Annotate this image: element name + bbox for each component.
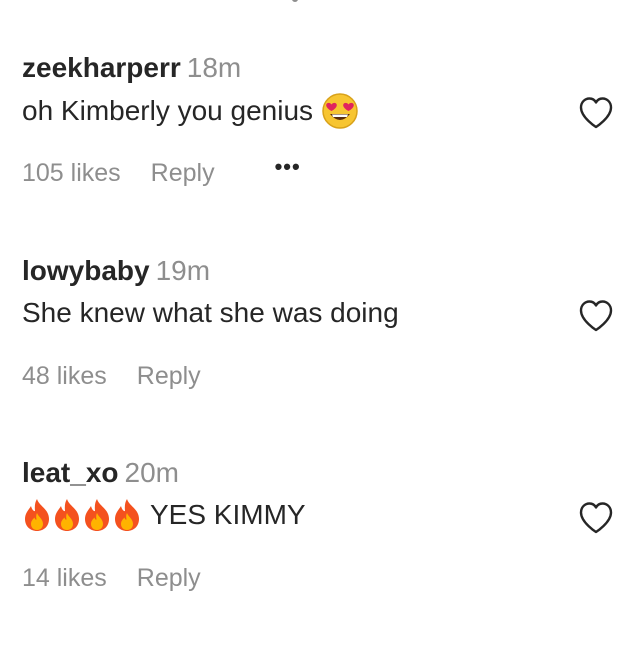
comment-text: YES KIMMY <box>22 497 306 533</box>
reply-button[interactable]: Reply <box>137 563 201 593</box>
reply-button[interactable]: Reply <box>137 361 201 391</box>
comment-timestamp[interactable]: 18m <box>187 52 241 83</box>
comment-meta: leat_xo 20m <box>22 455 179 491</box>
more-options-icon[interactable]: ••• <box>275 152 301 182</box>
comment-username[interactable]: leat_xo <box>22 457 119 488</box>
comment-text: She knew what she was doing <box>22 295 399 331</box>
likes-count[interactable]: 105 likes <box>22 158 121 188</box>
comment-body: oh Kimberly you genius <box>22 95 314 126</box>
comment-username[interactable]: lowybaby <box>22 255 150 286</box>
comment-text: oh Kimberly you genius <box>22 92 359 130</box>
previous-comment-fragment <box>0 0 634 8</box>
heart-outline-icon[interactable] <box>578 501 614 535</box>
heart-outline-icon[interactable] <box>578 96 614 130</box>
comment-item: zeekharperr 18m oh Kimberly you genius 10… <box>0 40 634 240</box>
fire-emoji <box>22 497 52 533</box>
fire-emoji-group <box>22 497 142 533</box>
fire-emoji <box>82 497 112 533</box>
truncated-dot <box>292 0 298 2</box>
comment-meta: zeekharperr 18m <box>22 50 241 86</box>
comment-item: lowybaby 19m She knew what she was doing … <box>0 243 634 443</box>
comment-username[interactable]: zeekharperr <box>22 52 181 83</box>
fire-emoji <box>112 497 142 533</box>
heart-outline-icon[interactable] <box>578 299 614 333</box>
comment-body: YES KIMMY <box>150 499 306 530</box>
fire-emoji <box>52 497 82 533</box>
comment-body: She knew what she was doing <box>22 297 399 328</box>
likes-count[interactable]: 14 likes <box>22 563 107 593</box>
comment-timestamp[interactable]: 20m <box>125 457 179 488</box>
reply-button[interactable]: Reply <box>151 158 215 188</box>
comment-meta: lowybaby 19m <box>22 253 210 289</box>
comment-actions: 105 likes Reply ••• <box>22 154 301 188</box>
comment-timestamp[interactable]: 19m <box>156 255 210 286</box>
comment-actions: 14 likes Reply <box>22 563 201 593</box>
heart-eyes-emoji <box>321 92 359 130</box>
comment-item: leat_xo 20m YES KIMMY 14 likes Reply <box>0 445 634 645</box>
comment-actions: 48 likes Reply <box>22 361 201 391</box>
likes-count[interactable]: 48 likes <box>22 361 107 391</box>
